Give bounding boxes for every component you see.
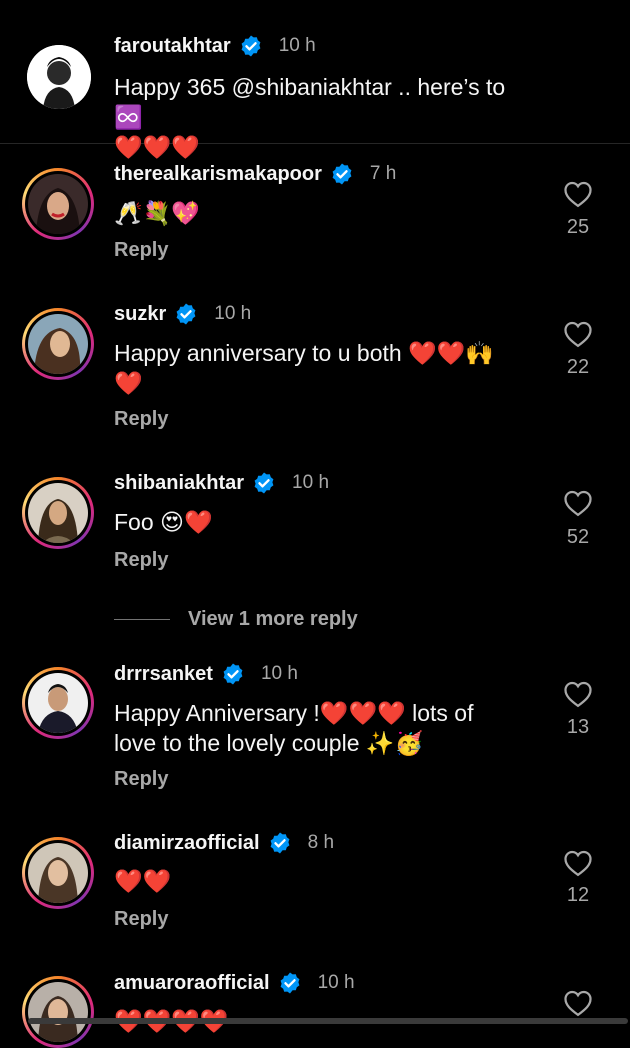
avatar[interactable] <box>27 45 91 109</box>
verified-badge-icon <box>254 472 274 494</box>
verified-badge-icon <box>280 972 300 994</box>
verified-badge-icon <box>176 303 196 325</box>
caption-text: Happy 365 @shibaniakhtar .. here’s to ♾️… <box>114 74 506 160</box>
timestamp: 10 h <box>317 972 355 993</box>
comment-text: Foo 😍❤️ <box>114 509 213 535</box>
comment-text: Happy Anniversary !❤️❤️❤️ lots of love t… <box>114 700 474 756</box>
reply-button[interactable]: Reply <box>114 408 168 431</box>
like-count: 52 <box>566 526 590 548</box>
timestamp: 10 h <box>292 472 330 493</box>
avatar[interactable] <box>22 667 94 739</box>
scroll-indicator <box>28 1018 628 1024</box>
comment-text: 🥂💐💖 <box>114 200 200 226</box>
verified-badge-icon <box>270 832 290 854</box>
like-count: 25 <box>566 216 590 238</box>
like-count: 13 <box>566 716 590 738</box>
username[interactable]: faroutakhtar <box>114 35 231 58</box>
username[interactable]: drrrsanket <box>114 663 213 686</box>
reply-button[interactable]: Reply <box>114 549 168 572</box>
avatar[interactable] <box>22 308 94 380</box>
username[interactable]: diamirzaofficial <box>114 832 260 855</box>
username[interactable]: shibaniakhtar <box>114 472 244 495</box>
heart-icon[interactable] <box>562 320 594 348</box>
reply-button[interactable]: Reply <box>114 239 168 262</box>
verified-badge-icon <box>223 663 243 685</box>
heart-icon[interactable] <box>562 680 594 708</box>
username[interactable]: suzkr <box>114 303 166 326</box>
avatar[interactable] <box>22 168 94 240</box>
divider <box>114 619 170 620</box>
username[interactable]: therealkarismakapoor <box>114 163 322 186</box>
view-more-label[interactable]: View 1 more reply <box>188 608 358 631</box>
verified-badge-icon <box>332 163 352 185</box>
heart-icon[interactable] <box>562 489 594 517</box>
reply-button[interactable]: Reply <box>114 768 168 791</box>
heart-icon[interactable] <box>562 989 594 1017</box>
reply-button[interactable]: Reply <box>114 908 168 931</box>
avatar[interactable] <box>22 976 94 1048</box>
like-count: 22 <box>566 356 590 378</box>
comment-text: Happy anniversary to u both ❤️❤️🙌 ❤️ <box>114 340 494 396</box>
avatar[interactable] <box>22 837 94 909</box>
comment-text: ❤️❤️ <box>114 868 172 894</box>
avatar[interactable] <box>22 477 94 549</box>
timestamp: 8 h <box>307 832 335 853</box>
timestamp: 10 h <box>278 35 316 56</box>
like-count: 12 <box>566 884 590 906</box>
heart-icon[interactable] <box>562 849 594 877</box>
timestamp: 7 h <box>369 163 397 184</box>
timestamp: 10 h <box>260 663 298 684</box>
heart-icon[interactable] <box>562 180 594 208</box>
timestamp: 10 h <box>214 303 252 324</box>
username[interactable]: amuaroraofficial <box>114 972 270 995</box>
verified-badge-icon <box>241 35 261 57</box>
view-more-replies[interactable]: View 1 more reply <box>114 608 358 631</box>
post-caption: faroutakhtar 10 h Happy 365 @shibaniakht… <box>0 0 630 160</box>
